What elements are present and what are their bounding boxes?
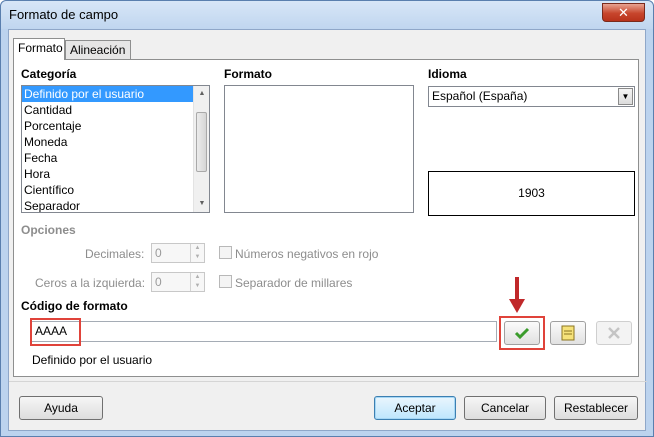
- scroll-up-icon[interactable]: ▲: [194, 86, 209, 102]
- codigo-formato-input[interactable]: AAAA: [31, 321, 497, 342]
- accept-code-button[interactable]: [504, 321, 540, 345]
- reset-button-label: Restablecer: [563, 401, 629, 415]
- list-item[interactable]: Porcentaje: [22, 118, 209, 134]
- ceros-value: 0: [155, 275, 162, 289]
- list-item[interactable]: Definido por el usuario: [22, 86, 209, 102]
- scroll-thumb[interactable]: [196, 112, 207, 172]
- list-item[interactable]: Hora: [22, 166, 209, 182]
- formato-heading: Formato: [224, 67, 272, 81]
- help-button[interactable]: Ayuda: [19, 396, 103, 420]
- chevron-down-icon[interactable]: ▼: [618, 88, 633, 105]
- spin-down-icon[interactable]: ▼: [191, 282, 204, 291]
- add-comment-button[interactable]: [550, 321, 586, 345]
- separador-millares-label: Separador de millares: [235, 276, 353, 290]
- separador-millares-checkbox[interactable]: [219, 275, 232, 288]
- spin-up-icon[interactable]: ▲: [191, 244, 204, 253]
- categoria-heading: Categoría: [21, 67, 77, 81]
- arrow-down-icon: [509, 277, 525, 313]
- divider: [9, 381, 647, 382]
- note-icon: [561, 325, 575, 341]
- opciones-heading: Opciones: [21, 223, 76, 237]
- list-item[interactable]: Científico: [22, 182, 209, 198]
- cancel-button[interactable]: Cancelar: [464, 396, 546, 420]
- cancel-button-label: Cancelar: [480, 401, 530, 415]
- delete-icon: [608, 327, 620, 339]
- negativos-rojo-checkbox[interactable]: [219, 246, 232, 259]
- negativos-rojo-label: Números negativos en rojo: [235, 247, 379, 261]
- checkmark-icon: [514, 327, 530, 340]
- scroll-down-icon[interactable]: ▼: [194, 196, 209, 212]
- tab-formato[interactable]: Formato: [13, 38, 65, 60]
- tab-panel-formato: Categoría Definido por el usuario Cantid…: [13, 59, 639, 377]
- idioma-select[interactable]: Español (España) ▼: [428, 86, 635, 107]
- close-button[interactable]: ✕: [602, 3, 645, 22]
- ok-button[interactable]: Aceptar: [374, 396, 456, 420]
- ceros-spin-buttons[interactable]: ▲ ▼: [190, 273, 204, 291]
- decimales-stepper[interactable]: 0 ▲ ▼: [151, 243, 205, 263]
- reset-button[interactable]: Restablecer: [554, 396, 638, 420]
- list-item[interactable]: Moneda: [22, 134, 209, 150]
- dialog-window: Formato de campo ✕ Formato Alineación Ca…: [0, 0, 654, 437]
- decimales-label: Decimales:: [85, 247, 145, 261]
- delete-code-button[interactable]: [596, 321, 632, 345]
- idioma-value: Español (España): [432, 89, 528, 103]
- format-preview: 1903: [428, 171, 635, 216]
- ok-button-label: Aceptar: [394, 401, 436, 415]
- decimales-value: 0: [155, 246, 162, 260]
- list-item[interactable]: Cantidad: [22, 102, 209, 118]
- formato-listbox[interactable]: [224, 85, 414, 213]
- codigo-description: Definido por el usuario: [32, 353, 153, 367]
- title-bar[interactable]: Formato de campo ✕: [1, 1, 653, 29]
- dialog-client: Formato Alineación Categoría Definido po…: [8, 29, 647, 431]
- ceros-izquierda-label: Ceros a la izquierda:: [35, 276, 146, 290]
- idioma-heading: Idioma: [428, 67, 467, 81]
- list-item[interactable]: Fecha: [22, 150, 209, 166]
- list-item[interactable]: Separador: [22, 198, 209, 212]
- categoria-scrollbar[interactable]: ▲ ▼: [193, 86, 209, 212]
- highlight-box-code: [30, 318, 81, 346]
- decimales-spin-buttons[interactable]: ▲ ▼: [190, 244, 204, 262]
- categoria-listbox[interactable]: Definido por el usuario Cantidad Porcent…: [21, 85, 210, 213]
- ceros-stepper[interactable]: 0 ▲ ▼: [151, 272, 205, 292]
- codigo-heading: Código de formato: [21, 299, 128, 313]
- window-title: Formato de campo: [9, 7, 119, 22]
- tab-alineacion[interactable]: Alineación: [65, 40, 131, 59]
- spin-down-icon[interactable]: ▼: [191, 253, 204, 262]
- spin-up-icon[interactable]: ▲: [191, 273, 204, 282]
- help-button-label: Ayuda: [44, 401, 78, 415]
